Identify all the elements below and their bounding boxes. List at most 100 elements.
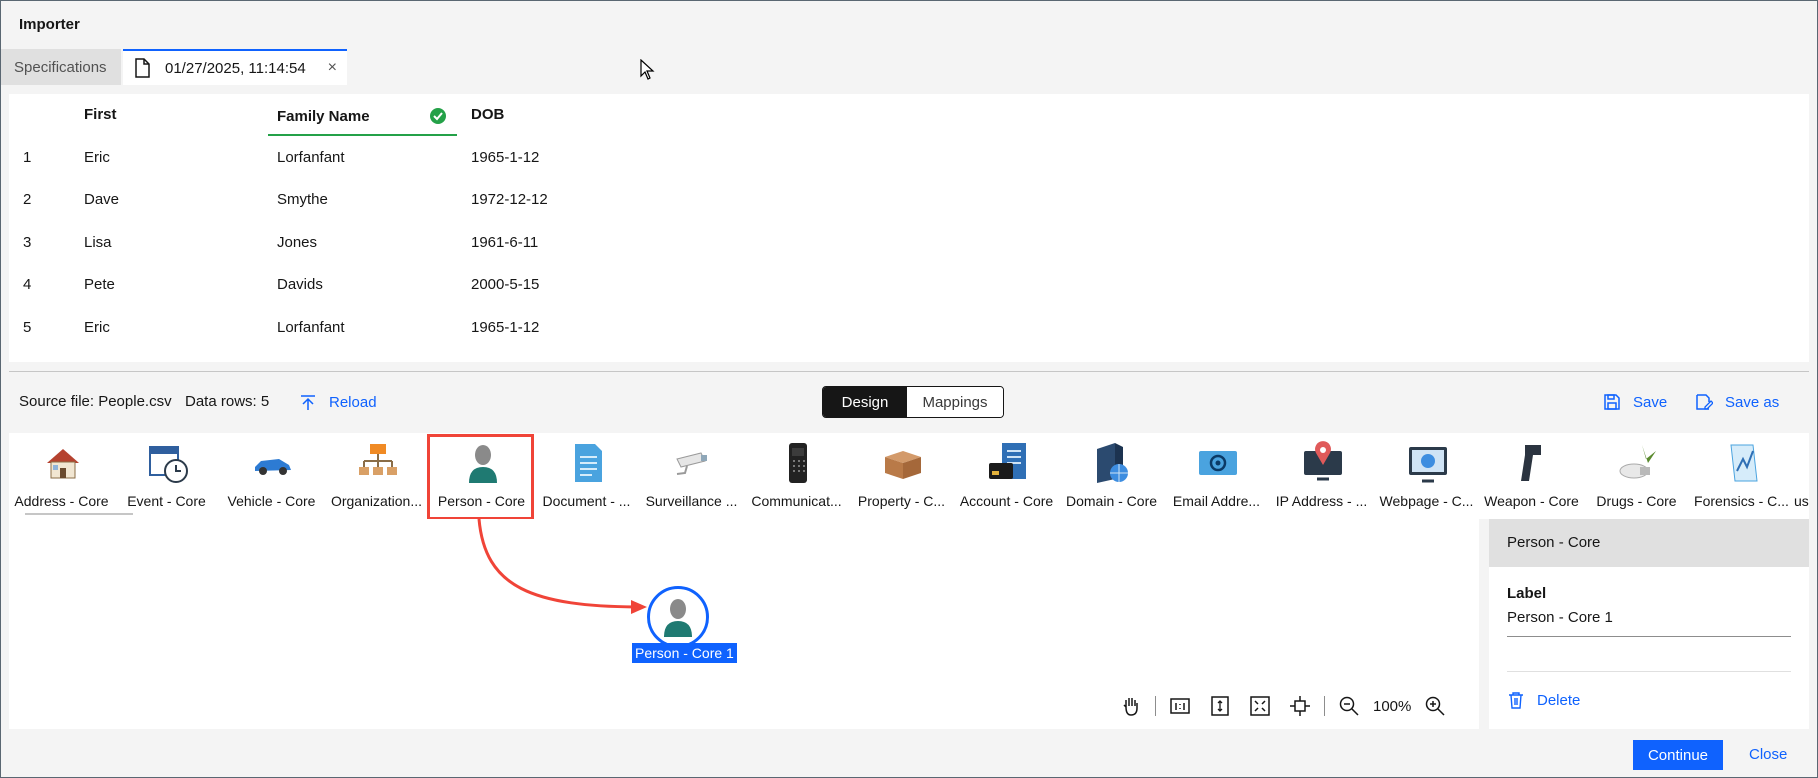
table-row: 4 Pete Davids 2000-5-15 bbox=[9, 276, 709, 318]
fit-height-icon[interactable] bbox=[1207, 695, 1233, 717]
save-button[interactable]: Save bbox=[1603, 393, 1667, 411]
zoom-in-icon[interactable] bbox=[1422, 695, 1448, 717]
palette-item-email-address[interactable]: Email Addre... bbox=[1164, 433, 1269, 519]
box-icon bbox=[885, 451, 921, 479]
palette-item-organization[interactable]: Organization... bbox=[324, 433, 429, 519]
palette-item-label: Drugs - Core bbox=[1596, 493, 1677, 509]
palette-item-weapon[interactable]: Weapon - Core bbox=[1479, 433, 1584, 519]
gun-icon bbox=[1521, 445, 1541, 481]
pan-hand-icon[interactable] bbox=[1118, 695, 1144, 717]
palette-item-label: Surveillance ... bbox=[645, 493, 738, 509]
column-header-first[interactable]: First bbox=[84, 106, 117, 123]
table-row: 3 Lisa Jones 1961-6-11 bbox=[9, 234, 709, 276]
entity-palette: Address - Core Event - Core Vehicle - Co… bbox=[9, 433, 1809, 519]
close-button[interactable]: Close bbox=[1749, 746, 1787, 763]
tab-specifications[interactable]: Specifications bbox=[1, 49, 121, 85]
mapped-check-icon bbox=[430, 108, 446, 124]
fit-to-screen-icon[interactable] bbox=[1247, 695, 1273, 717]
properties-header: Person - Core bbox=[1489, 519, 1809, 567]
palette-item-label: Account - Core bbox=[959, 493, 1054, 509]
close-tab-icon[interactable]: × bbox=[328, 59, 337, 77]
calendar-clock-icon bbox=[149, 446, 188, 483]
save-icon bbox=[1604, 394, 1620, 410]
palette-item-surveillance[interactable]: Surveillance ... bbox=[639, 433, 744, 519]
palette-item-account[interactable]: Account - Core bbox=[954, 433, 1059, 519]
palette-item-partial[interactable]: us bbox=[1794, 433, 1809, 519]
palette-item-label: Organization... bbox=[330, 493, 423, 509]
cell-family-name: Lorfanfant bbox=[277, 319, 345, 336]
tab-bar: Specifications 01/27/2025, 11:14:54 × bbox=[1, 49, 1817, 85]
section-divider bbox=[9, 371, 1809, 372]
design-toggle[interactable]: Design bbox=[823, 387, 907, 417]
actual-size-icon[interactable] bbox=[1167, 695, 1193, 717]
palette-item-vehicle[interactable]: Vehicle - Core bbox=[219, 433, 324, 519]
palette-item-label: Event - Core bbox=[127, 493, 206, 509]
column-mapped-indicator bbox=[268, 134, 457, 136]
save-label: Save bbox=[1633, 393, 1668, 411]
label-input-underline bbox=[1507, 636, 1791, 637]
column-header-dob[interactable]: DOB bbox=[471, 106, 504, 123]
mappings-toggle[interactable]: Mappings bbox=[907, 387, 1003, 417]
save-as-icon bbox=[1696, 394, 1713, 410]
palette-item-address[interactable]: Address - Core bbox=[9, 433, 133, 519]
cell-family-name: Jones bbox=[277, 234, 318, 251]
importer-window: Importer Specifications 01/27/2025, 11:1… bbox=[0, 0, 1818, 778]
data-rows-text: Data rows: 5 bbox=[185, 393, 270, 410]
webpage-monitor-icon bbox=[1409, 447, 1447, 483]
palette-item-document[interactable]: Document - ... bbox=[534, 433, 639, 519]
row-number: 1 bbox=[23, 149, 32, 166]
palette-item-ip-address[interactable]: IP Address - ... bbox=[1269, 433, 1374, 519]
cell-first: Pete bbox=[84, 276, 115, 293]
title-bar: Importer bbox=[1, 1, 1817, 49]
drag-arrow-annotation bbox=[477, 518, 647, 614]
palette-item-label: IP Address - ... bbox=[1275, 493, 1368, 509]
palette-item-property[interactable]: Property - C... bbox=[849, 433, 954, 519]
server-globe-icon bbox=[1097, 443, 1128, 483]
palette-item-webpage[interactable]: Webpage - C... bbox=[1374, 433, 1479, 519]
properties-panel: Person - Core Label Person - Core 1 Dele… bbox=[1489, 519, 1809, 729]
source-file-text: Source file: People.csv bbox=[19, 393, 172, 410]
table-row: 2 Dave Smythe 1972-12-12 bbox=[9, 191, 709, 233]
palette-item-communication[interactable]: Communicat... bbox=[744, 433, 849, 519]
palette-item-label: Forensics - C... bbox=[1694, 493, 1789, 509]
row-number: 4 bbox=[23, 276, 32, 293]
person-node[interactable] bbox=[647, 586, 709, 648]
reload-button[interactable]: Reload bbox=[299, 393, 377, 411]
palette-item-domain[interactable]: Domain - Core bbox=[1059, 433, 1164, 519]
continue-button[interactable]: Continue bbox=[1633, 740, 1723, 770]
cell-first: Lisa bbox=[84, 234, 112, 251]
column-header-family-name[interactable]: Family Name bbox=[277, 108, 370, 125]
save-as-button[interactable]: Save as bbox=[1695, 393, 1779, 411]
row-number: 5 bbox=[23, 319, 32, 336]
palette-item-label: Email Addre... bbox=[1172, 493, 1261, 509]
palette-item-label: Webpage - C... bbox=[1379, 493, 1474, 509]
phone-icon bbox=[789, 443, 807, 483]
palette-item-label: Communicat... bbox=[751, 493, 842, 509]
label-field-title: Label bbox=[1507, 585, 1547, 602]
cell-family-name: Smythe bbox=[277, 191, 328, 208]
tab-import-file[interactable]: 01/27/2025, 11:14:54 × bbox=[123, 49, 347, 85]
person-node-label[interactable]: Person - Core 1 bbox=[632, 643, 737, 663]
label-input[interactable]: Person - Core 1 bbox=[1507, 609, 1613, 626]
center-icon[interactable] bbox=[1287, 695, 1313, 717]
table-row: 1 Eric Lorfanfant 1965-1-12 bbox=[9, 149, 709, 191]
mouse-cursor-icon bbox=[640, 59, 655, 80]
tab-specifications-label: Specifications bbox=[14, 58, 107, 76]
person-icon bbox=[664, 599, 692, 637]
palette-item-drugs[interactable]: Drugs - Core bbox=[1584, 433, 1689, 519]
dialog-footer: Continue Close bbox=[1, 729, 1817, 777]
row-number: 2 bbox=[23, 191, 32, 208]
table-row: 5 Eric Lorfanfant 1965-1-12 bbox=[9, 319, 709, 361]
palette-item-label: Weapon - Core bbox=[1484, 493, 1579, 509]
delete-button[interactable]: Delete bbox=[1507, 691, 1580, 709]
cell-dob: 1965-1-12 bbox=[471, 149, 540, 166]
cell-first: Dave bbox=[84, 191, 120, 208]
palette-item-event[interactable]: Event - Core bbox=[114, 433, 219, 519]
palette-item-label: Property - C... bbox=[857, 493, 946, 509]
palette-item-label: Domain - Core bbox=[1065, 493, 1158, 509]
trash-icon bbox=[1509, 692, 1523, 709]
cell-family-name: Lorfanfant bbox=[277, 149, 345, 166]
palette-item-forensics[interactable]: Forensics - C... bbox=[1689, 433, 1794, 519]
zoom-out-icon[interactable] bbox=[1336, 695, 1362, 717]
design-toolbar: Source file: People.csv Data rows: 5 Rel… bbox=[9, 373, 1809, 433]
